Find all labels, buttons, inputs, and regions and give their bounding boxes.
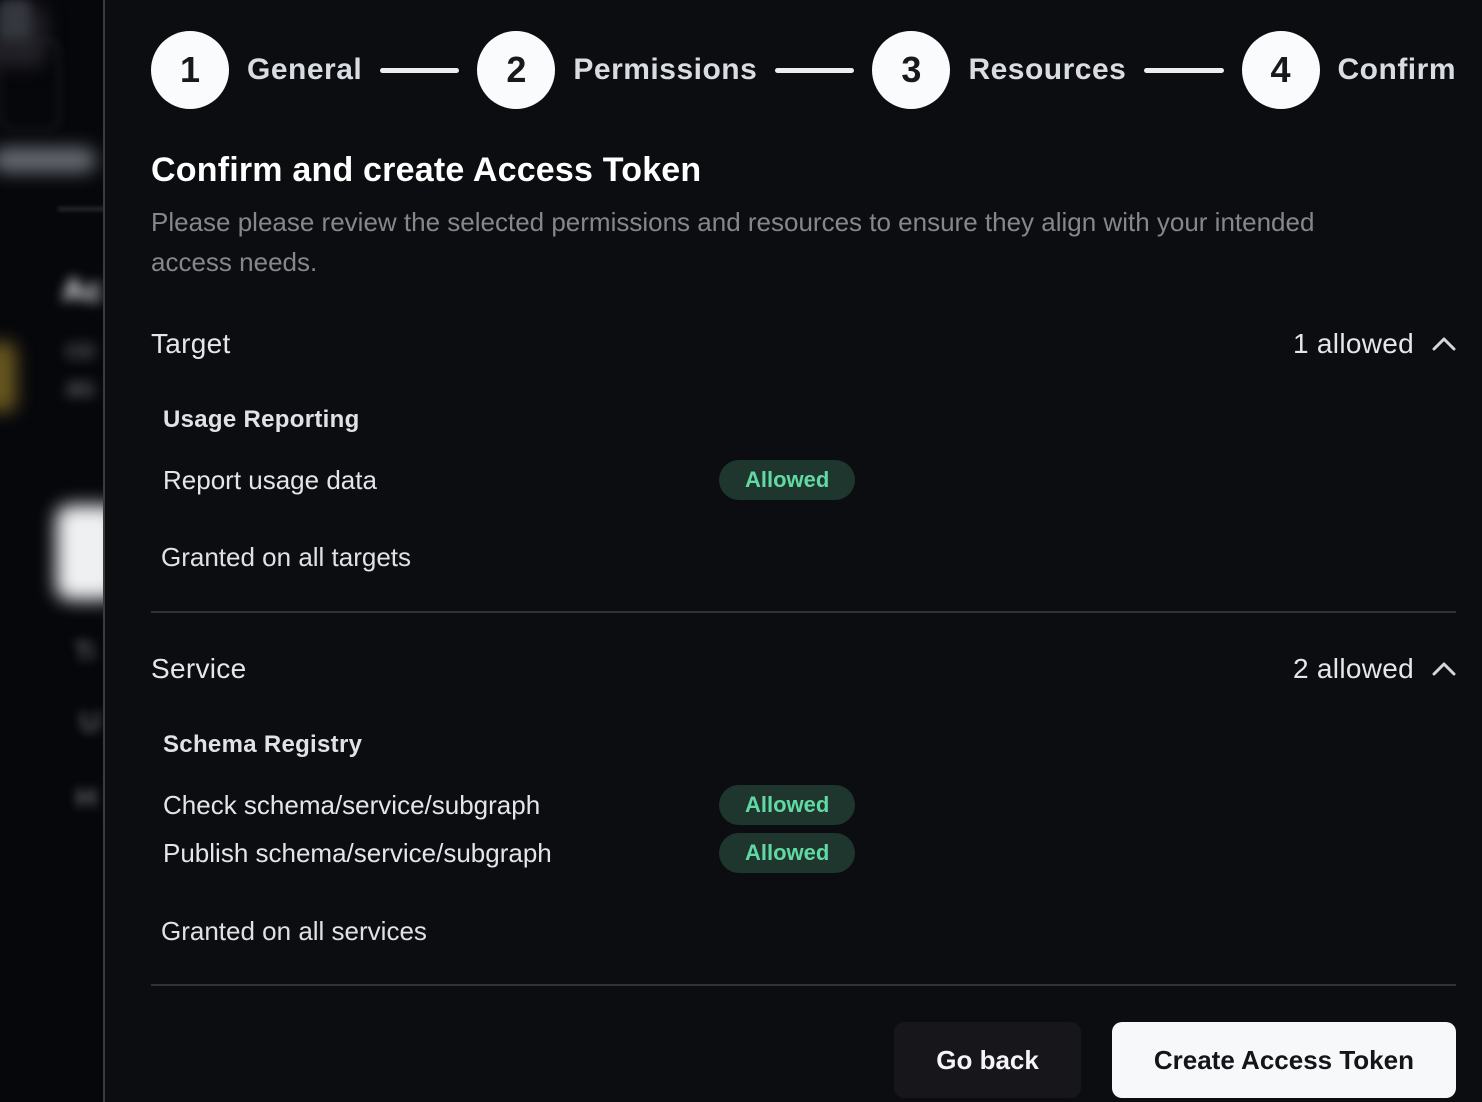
blurred-divider-line [58, 208, 105, 210]
create-access-token-panel: 1 General 2 Permissions 3 Resources 4 Co… [105, 0, 1482, 1102]
step-resources[interactable]: 3 Resources [872, 31, 1126, 109]
step-number-circle: 2 [477, 31, 555, 109]
permission-row: Report usage data Allowed [163, 460, 1456, 500]
allowed-count: 2 allowed [1293, 653, 1414, 685]
status-badge: Allowed [719, 833, 855, 873]
page-title: Confirm and create Access Token [151, 151, 1456, 190]
section-collapse-toggle[interactable]: 2 allowed [1293, 653, 1456, 685]
section-title: Service [151, 653, 246, 685]
step-number-circle: 1 [151, 31, 229, 109]
footer-divider [151, 984, 1456, 986]
step-number-circle: 4 [1242, 31, 1320, 109]
status-badge: Allowed [719, 785, 855, 825]
permission-group-name: Schema Registry [163, 731, 1456, 759]
blurred-white-button-blob [56, 505, 105, 600]
blurred-breadcrumb-blob [0, 148, 96, 172]
allowed-count: 1 allowed [1293, 328, 1414, 360]
blurred-icon-blob [0, 0, 30, 40]
blurred-yellow-blob [0, 342, 16, 412]
chevron-up-icon [1432, 661, 1456, 677]
blurred-background-page: Ac co as Ti U H [0, 0, 105, 1102]
blurred-text-fragment: Ti [74, 636, 95, 667]
permission-row: Check schema/service/subgraph Allowed [163, 785, 1456, 825]
page-description: Please please review the selected permis… [151, 202, 1381, 282]
step-label: Permissions [573, 53, 757, 87]
permission-label: Publish schema/service/subgraph [163, 838, 719, 869]
footer-actions: Go back Create Access Token [151, 1022, 1456, 1098]
step-label: General [247, 53, 362, 87]
step-label: Confirm [1338, 53, 1457, 87]
go-back-button[interactable]: Go back [894, 1022, 1081, 1098]
step-connector-line [775, 68, 854, 73]
granted-note: Granted on all services [161, 916, 1456, 947]
wizard-stepper: 1 General 2 Permissions 3 Resources 4 Co… [151, 31, 1456, 109]
create-access-token-button[interactable]: Create Access Token [1112, 1022, 1456, 1098]
step-label: Resources [968, 53, 1126, 87]
permission-label: Report usage data [163, 465, 719, 496]
section-header-target: Target 1 allowed [151, 328, 1456, 360]
permission-group-name: Usage Reporting [163, 406, 1456, 434]
granted-note: Granted on all targets [161, 542, 1456, 573]
section-collapse-toggle[interactable]: 1 allowed [1293, 328, 1456, 360]
status-badge: Allowed [719, 460, 855, 500]
step-permissions[interactable]: 2 Permissions [477, 31, 757, 109]
step-general[interactable]: 1 General [151, 31, 362, 109]
permission-row: Publish schema/service/subgraph Allowed [163, 833, 1456, 873]
blurred-text-fragment: H [76, 782, 96, 814]
chevron-up-icon [1432, 336, 1456, 352]
step-confirm[interactable]: 4 Confirm [1242, 31, 1457, 109]
blurred-panel-outline [0, 40, 60, 130]
step-connector-line [380, 68, 459, 73]
blurred-text-fragment: co [66, 334, 95, 365]
section-divider [151, 611, 1456, 613]
blurred-text-fragment: U [80, 706, 100, 738]
section-title: Target [151, 328, 231, 360]
step-number-circle: 3 [872, 31, 950, 109]
blurred-text-fragment: as [66, 372, 95, 403]
section-header-service: Service 2 allowed [151, 653, 1456, 685]
step-connector-line [1144, 68, 1223, 73]
blurred-heading-fragment: Ac [62, 272, 103, 309]
permission-label: Check schema/service/subgraph [163, 790, 719, 821]
app-root: Ac co as Ti U H 1 General 2 Permissions … [0, 0, 1482, 1102]
